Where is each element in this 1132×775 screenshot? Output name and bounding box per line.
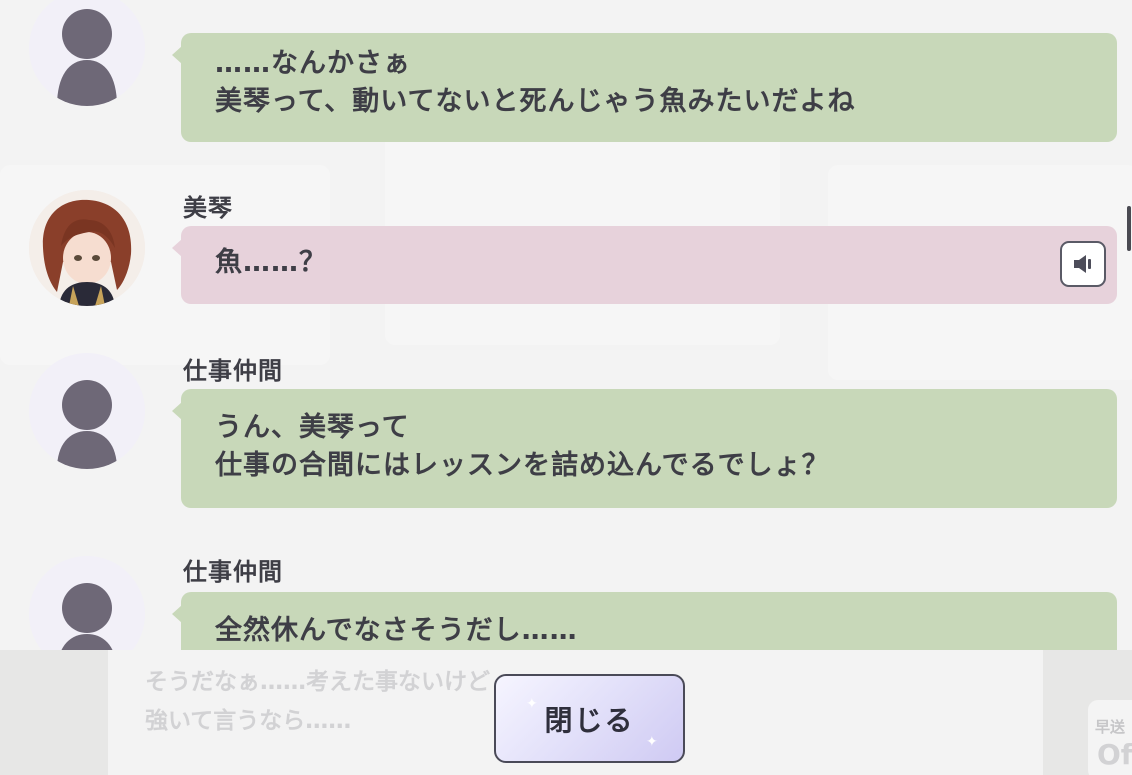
fast-forward-value: Of — [1097, 738, 1132, 771]
message-bubble: 全然休んでなさそうだし…… — [172, 592, 1117, 650]
character-avatar — [29, 190, 145, 306]
scrollbar-thumb[interactable] — [1127, 206, 1131, 251]
log-entry: 仕事仲間 うん、美琴って 仕事の合間にはレッスンを詰め込んでるでしょ？ — [0, 345, 1132, 515]
voice-replay-button[interactable] — [1060, 241, 1106, 287]
message-line: ……なんかさぁ — [215, 48, 411, 79]
message-line: 魚……？ — [215, 247, 327, 278]
message-bubble: うん、美琴って 仕事の合間にはレッスンを詰め込んでるでしょ？ — [172, 389, 1117, 508]
message-log[interactable]: ……なんかさぁ 美琴って、動いてないと死んじゃう魚みたいだよね 美琴 魚……？ … — [0, 0, 1132, 650]
fast-forward-label: 早送 — [1095, 718, 1126, 736]
sparkle-icon: ✦ — [526, 696, 540, 712]
log-entry: ……なんかさぁ 美琴って、動いてないと死んじゃう魚みたいだよね — [0, 0, 1132, 160]
silhouette-avatar — [29, 556, 145, 650]
speaker-name: 仕事仲間 — [183, 357, 283, 385]
message-line: 美琴って、動いてないと死んじゃう魚みたいだよね — [215, 86, 856, 117]
story-log-screen: ……なんかさぁ 美琴って、動いてないと死んじゃう魚みたいだよね 美琴 魚……？ … — [0, 0, 1132, 775]
close-button-label: 閉じる — [544, 703, 635, 737]
speaker-icon — [1074, 255, 1091, 273]
sparkle-icon: ✦ — [646, 734, 660, 750]
message-line: うん、美琴って — [215, 412, 410, 443]
silhouette-avatar — [29, 0, 145, 106]
message-line: 全然休んでなさそうだし…… — [215, 615, 578, 646]
speaker-name: 美琴 — [183, 194, 233, 222]
close-button[interactable]: ✦ ✦ 閉じる — [494, 674, 685, 763]
log-entry: 美琴 魚……？ — [0, 180, 1132, 310]
background-dialogue-line: 強いて言うなら…… — [145, 708, 352, 734]
message-bubble: ……なんかさぁ 美琴って、動いてないと死んじゃう魚みたいだよね — [172, 33, 1117, 142]
log-entry: 仕事仲間 全然休んでなさそうだし…… — [0, 548, 1132, 650]
silhouette-avatar — [29, 353, 145, 469]
speaker-name: 仕事仲間 — [183, 558, 283, 586]
message-line: 仕事の合間にはレッスンを詰め込んでるでしょ？ — [215, 450, 830, 481]
message-bubble: 魚……？ — [172, 226, 1117, 304]
background-dialogue-line: そうだなぁ……考えた事ないけど — [145, 669, 490, 695]
